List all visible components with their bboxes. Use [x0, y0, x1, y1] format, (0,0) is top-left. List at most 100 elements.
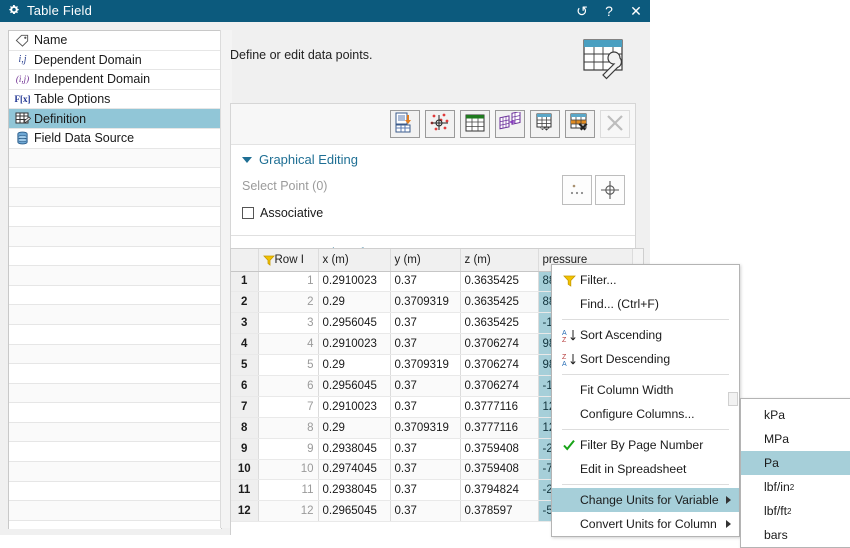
row-header[interactable]: 6 — [231, 375, 259, 397]
cell-x[interactable]: 0.2910023 — [318, 333, 391, 356]
cell-y[interactable]: 0.37 — [390, 479, 461, 502]
cell-y[interactable]: 0.37 — [390, 396, 461, 418]
cell-row-id[interactable]: 5 — [258, 354, 319, 376]
chevron-down-icon[interactable] — [242, 156, 252, 163]
row-header[interactable]: 5 — [231, 354, 259, 376]
menu-item-sort-descending[interactable]: Z A Sort Descending — [552, 347, 739, 371]
cell-row-id[interactable]: 10 — [258, 459, 319, 481]
row-header[interactable]: 10 — [231, 459, 259, 481]
row-header[interactable]: 8 — [231, 417, 259, 439]
cell-row-id[interactable]: 2 — [258, 291, 319, 314]
cell-row-id[interactable]: 12 — [258, 500, 319, 523]
tree-item-definition[interactable]: Definition — [9, 109, 221, 129]
cell-y[interactable]: 0.3709319 — [390, 354, 461, 376]
tree-item-independent-domain[interactable]: (i,j) Independent Domain — [9, 70, 221, 90]
menu-item-edit-in-spreadsheet[interactable]: Edit in Spreadsheet — [552, 457, 739, 481]
row-header[interactable]: 4 — [231, 333, 259, 356]
cell-row-id[interactable]: 11 — [258, 479, 319, 502]
menu-item-convert-units-for-column[interactable]: Convert Units for Column — [552, 512, 739, 536]
tree-item-name[interactable]: Name — [9, 31, 221, 51]
tree-empty-row[interactable] — [9, 305, 221, 325]
cell-x[interactable]: 0.2974045 — [318, 459, 391, 481]
units-submenu[interactable]: kPa MPa Pa lbf/in 2 lbf/ft 2 bars — [740, 398, 850, 548]
tree-empty-row[interactable] — [9, 422, 221, 443]
graphical-editing-header[interactable]: Graphical Editing — [231, 145, 635, 171]
tree-empty-row[interactable] — [9, 482, 221, 502]
tree-item-table-options[interactable]: F[x] Table Options — [9, 90, 221, 110]
cell-x[interactable]: 0.29 — [318, 354, 391, 376]
cell-z[interactable]: 0.3635425 — [460, 271, 539, 293]
cell-row-id[interactable]: 6 — [258, 375, 319, 397]
close-button[interactable]: ✕ — [628, 3, 644, 19]
cell-z[interactable]: 0.378597 — [460, 500, 539, 523]
cell-z[interactable]: 0.3706274 — [460, 354, 539, 376]
cell-row-id[interactable]: 8 — [258, 417, 319, 439]
menu-item-configure-columns[interactable]: Configure Columns... — [552, 402, 739, 426]
row-header[interactable]: 7 — [231, 396, 259, 418]
menu-item-find-ctrl-f[interactable]: Find... (Ctrl+F) — [552, 292, 739, 316]
target-point-button[interactable] — [595, 175, 625, 205]
cell-x[interactable]: 0.2910023 — [318, 271, 391, 293]
new-table-button[interactable] — [460, 110, 490, 138]
tree-empty-row[interactable] — [9, 344, 221, 365]
row-header[interactable]: 12 — [231, 500, 259, 523]
menu-item-sort-ascending[interactable]: A Z Sort Ascending — [552, 323, 739, 347]
cell-x[interactable]: 0.2938045 — [318, 479, 391, 502]
navigation-tree[interactable]: Name i,j Dependent Domain (i,j) Independent … — [8, 30, 222, 529]
tree-empty-row[interactable] — [9, 364, 221, 384]
reset-button[interactable]: ↺ — [574, 3, 590, 19]
row-header[interactable]: 1 — [231, 271, 259, 293]
cell-z[interactable]: 0.3635425 — [460, 312, 539, 335]
cell-z[interactable]: 0.3759408 — [460, 438, 539, 460]
tree-empty-row[interactable] — [9, 325, 221, 345]
column-context-menu[interactable]: Filter... Find... (Ctrl+F) A Z Sort Ascendin… — [551, 264, 740, 537]
column-header-x[interactable]: x (m) — [318, 249, 391, 272]
submenu-item-lbf-in[interactable]: lbf/in 2 — [741, 475, 850, 499]
menu-item-filter-by-page-number[interactable]: Filter By Page Number — [552, 433, 739, 457]
row-header[interactable]: 11 — [231, 479, 259, 502]
column-header-z[interactable]: z (m) — [460, 249, 539, 272]
tree-empty-row[interactable] — [9, 226, 221, 247]
cell-row-id[interactable]: 4 — [258, 333, 319, 356]
pick-points-button[interactable] — [562, 175, 592, 205]
tree-empty-row[interactable] — [9, 462, 221, 482]
menu-item-fit-column-width[interactable]: Fit Column Width — [552, 378, 739, 402]
transform-table-button[interactable] — [495, 110, 525, 138]
submenu-item-kpa[interactable]: kPa — [741, 403, 850, 427]
tree-empty-row[interactable] — [9, 383, 221, 404]
cell-x[interactable]: 0.2910023 — [318, 396, 391, 418]
cell-z[interactable]: 0.3706274 — [460, 333, 539, 356]
tree-empty-row[interactable] — [9, 207, 221, 227]
cell-y[interactable]: 0.37 — [390, 312, 461, 335]
tree-empty-row[interactable] — [9, 286, 221, 306]
associative-checkbox[interactable] — [242, 207, 254, 219]
tree-empty-row[interactable] — [9, 442, 221, 463]
cell-z[interactable]: 0.3777116 — [460, 417, 539, 439]
cell-x[interactable]: 0.2938045 — [318, 438, 391, 460]
submenu-item-lbf-ft[interactable]: lbf/ft 2 — [741, 499, 850, 523]
tree-empty-row[interactable] — [9, 168, 221, 188]
cell-x[interactable]: 0.29 — [318, 417, 391, 439]
cell-y[interactable]: 0.37 — [390, 459, 461, 481]
cell-y[interactable]: 0.3709319 — [390, 291, 461, 314]
submenu-item-pa[interactable]: Pa — [741, 451, 850, 475]
tree-empty-row[interactable] — [9, 266, 221, 286]
cell-y[interactable]: 0.37 — [390, 438, 461, 460]
help-button[interactable]: ? — [601, 3, 617, 19]
cell-y[interactable]: 0.37 — [390, 375, 461, 397]
cell-y[interactable]: 0.37 — [390, 333, 461, 356]
associative-row[interactable]: Associative — [242, 206, 624, 220]
swap-table-button[interactable] — [530, 110, 560, 138]
cell-x[interactable]: 0.29 — [318, 291, 391, 314]
tree-empty-row[interactable] — [9, 148, 221, 169]
cell-z[interactable]: 0.3759408 — [460, 459, 539, 481]
row-header[interactable]: 2 — [231, 291, 259, 314]
column-header-corner[interactable] — [231, 249, 259, 272]
tree-empty-row[interactable] — [9, 187, 221, 208]
cell-row-id[interactable]: 1 — [258, 271, 319, 293]
cell-x[interactable]: 0.2956045 — [318, 375, 391, 397]
cell-y[interactable]: 0.3709319 — [390, 417, 461, 439]
cell-y[interactable]: 0.37 — [390, 500, 461, 523]
cell-row-id[interactable]: 3 — [258, 312, 319, 335]
cell-z[interactable]: 0.3794824 — [460, 479, 539, 502]
